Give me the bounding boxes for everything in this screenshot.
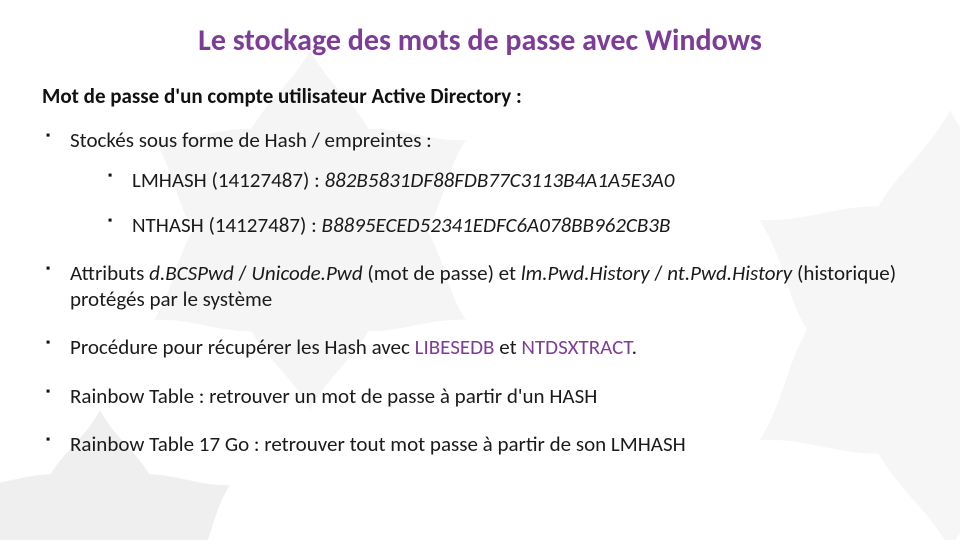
attr-mid: (mot de passe) et [363,260,521,286]
bullet-hash-forms-text: Stockés sous forme de Hash / empreintes … [70,127,432,153]
proc-mid: et [494,334,521,360]
sub-list-hashes: LMHASH (14127487) : 882B5831DF88FDB77C31… [70,167,918,238]
attr-lmpwdhistory: lm.Pwd.History [521,260,650,286]
lmhash-value: 882B5831DF88FDB77C3113B4A1A5E3A0 [325,167,675,193]
bullet-list: Stockés sous forme de Hash / empreintes … [42,127,918,457]
attr-pre: Attributs [70,260,149,286]
proc-post: . [632,334,637,360]
bullet-hash-forms: Stockés sous forme de Hash / empreintes … [70,127,918,238]
bullet-attributes: Attributs d.BCSPwd / Unicode.Pwd (mot de… [70,260,918,313]
tool-libesedb: LIBESEDB [415,334,495,360]
nthash-value: B8895ECED52341EDFC6A078BB962CB3B [322,212,671,238]
bullet-rainbow: Rainbow Table : retrouver un mot de pass… [70,383,918,409]
bullet-rainbow-17go: Rainbow Table 17 Go : retrouver tout mot… [70,431,918,457]
attr-dbcspwd: d.BCSPwd [149,260,234,286]
slide-subtitle: Mot de passe d'un compte utilisateur Act… [42,83,918,109]
sub-lmhash: LMHASH (14127487) : 882B5831DF88FDB77C31… [132,167,918,193]
bullet-procedure: Procédure pour récupérer les Hash avec L… [70,334,918,360]
nthash-label: NTHASH (14127487) : [132,212,322,238]
lmhash-label: LMHASH (14127487) : [132,167,325,193]
slide-title: Le stockage des mots de passe avec Windo… [42,22,918,59]
attr-ntpwdhistory: nt.Pwd.History [667,260,792,286]
attr-sep1: / [234,260,252,286]
proc-pre: Procédure pour récupérer les Hash avec [70,334,415,360]
sub-nthash: NTHASH (14127487) : B8895ECED52341EDFC6A… [132,212,918,238]
tool-ntdsxtract: NTDSXTRACT [521,334,631,360]
attr-unicodepwd: Unicode.Pwd [251,260,362,286]
attr-sep2: / [650,260,668,286]
